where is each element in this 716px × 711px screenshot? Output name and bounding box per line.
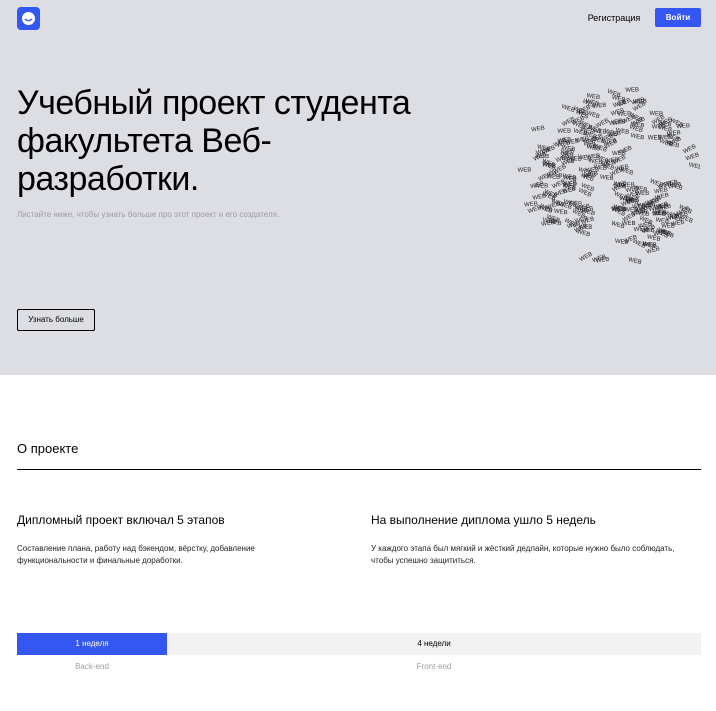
globe-word: WEB (579, 251, 594, 263)
globe-word: WEB (649, 178, 664, 189)
hero-subtitle: Листайте ниже, чтобы узнать больше про э… (17, 210, 280, 219)
backend-label: Back-end (75, 662, 109, 671)
learn-more-button[interactable]: Узнать больше (17, 309, 95, 331)
globe-word: WEB (531, 125, 545, 133)
globe-word: WEB (661, 223, 675, 229)
frontend-bar: 4 недели (417, 639, 451, 648)
globe-word: WEB (688, 162, 700, 171)
globe-word: WEB (518, 167, 532, 173)
about-title: О проекте (17, 441, 79, 456)
globe-word: WEB (553, 188, 568, 199)
weeks-heading: На выполнение диплома ушло 5 недель (371, 513, 596, 527)
globe-word: WEB (557, 128, 571, 134)
stages-text: Составление плана, работу над бэкендом, … (17, 544, 255, 565)
web-globe-icon: WEB WEB WEB WEB WEB WEB WEB WEB WEB WEB WEB WEB WEB W… (518, 87, 703, 266)
globe-word: WEB (619, 167, 634, 177)
smile-logo-icon (22, 12, 35, 25)
login-button[interactable]: Войти (655, 8, 701, 27)
logo[interactable] (17, 7, 40, 30)
globe-word: WEB (676, 123, 690, 130)
globe-word: WEB (612, 206, 626, 213)
globe-word: WEB (630, 133, 645, 142)
web-globe-illustration: WEB WEB WEB WEB WEB WEB WEB WEB WEB WEB WEB WEB WEB W… (510, 80, 703, 275)
frontend-label: Front-end (416, 662, 452, 671)
globe-word: WEB (554, 209, 568, 217)
globe-word: WEB (625, 87, 639, 93)
globe-word: WEB (622, 221, 636, 227)
globe-word: WEB (534, 183, 548, 189)
weeks-text: У каждого этапа был мягкий и жёсткий дед… (371, 544, 675, 565)
globe-word: WEB (612, 151, 626, 157)
globe-word: WEB (627, 257, 642, 266)
hero-title: Учебный проект студента факультета Веб-р… (17, 84, 411, 198)
stages-heading: Дипломный проект включал 5 этапов (17, 513, 225, 527)
backend-bar: 1 неделя (17, 633, 167, 655)
section-divider (17, 469, 701, 470)
register-link[interactable]: Регистрация (584, 11, 644, 25)
